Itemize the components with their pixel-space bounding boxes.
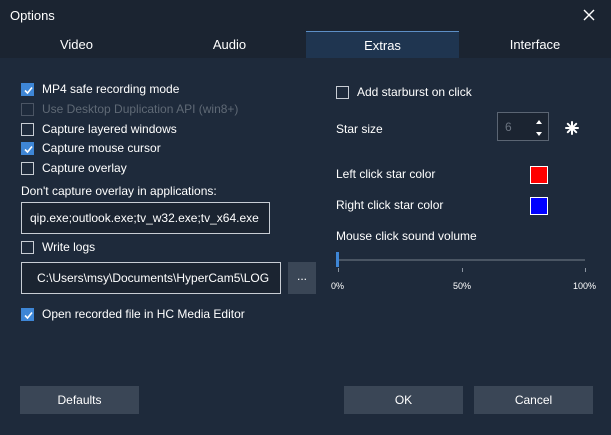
defaults-button[interactable]: Defaults: [20, 386, 139, 414]
title-bar: Options: [0, 0, 611, 31]
write-logs-label: Write logs: [42, 240, 96, 254]
volume-label: Mouse click sound volume: [336, 229, 477, 243]
capture-overlay-label: Capture overlay: [42, 161, 127, 175]
right-click-color-label: Right click star color: [336, 198, 444, 212]
capture-cursor-label: Capture mouse cursor: [42, 141, 161, 155]
cancel-button[interactable]: Cancel: [474, 386, 593, 414]
open-editor-checkbox[interactable]: Open recorded file in HC Media Editor: [21, 306, 245, 322]
tick-label-0: 0%: [331, 281, 345, 291]
tick-label-50: 50%: [453, 281, 472, 291]
desktop-duplication-checkbox: Use Desktop Duplication API (win8+): [21, 101, 238, 117]
capture-layered-checkbox[interactable]: Capture layered windows: [21, 121, 177, 137]
capture-cursor-checkbox[interactable]: Capture mouse cursor: [21, 140, 161, 156]
open-editor-label: Open recorded file in HC Media Editor: [42, 307, 245, 321]
star-size-label: Star size: [336, 122, 383, 136]
mp4-safe-checkbox[interactable]: MP4 safe recording mode: [21, 81, 179, 97]
left-click-color-swatch[interactable]: [530, 166, 548, 184]
tab-extras[interactable]: Extras: [306, 31, 459, 58]
starburst-icon: [564, 120, 580, 136]
starburst-label: Add starburst on click: [357, 85, 472, 99]
close-icon[interactable]: [581, 7, 597, 23]
write-logs-checkbox[interactable]: Write logs: [21, 239, 95, 255]
spin-up-icon[interactable]: [534, 116, 544, 126]
left-click-color-label: Left click star color: [336, 167, 436, 181]
tab-interface[interactable]: Interface: [459, 31, 611, 58]
tick-100: [585, 268, 586, 272]
log-path-input[interactable]: C:\Users\msy\Documents\HyperCam5\LOG: [21, 262, 281, 294]
tick-label-100: 100%: [573, 281, 597, 291]
window-title: Options: [10, 8, 55, 23]
tick-0: [338, 268, 339, 272]
volume-slider-thumb[interactable]: [336, 252, 339, 267]
capture-layered-label: Capture layered windows: [42, 122, 177, 136]
overlay-apps-input[interactable]: qip.exe;outlook.exe;tv_w32.exe;tv_x64.ex…: [21, 202, 270, 234]
right-click-color-swatch[interactable]: [530, 197, 548, 215]
check-icon: [21, 141, 34, 155]
browse-button[interactable]: ...: [288, 262, 316, 294]
volume-slider-track[interactable]: [337, 259, 585, 261]
tab-bar: Video Audio Extras Interface: [0, 31, 611, 58]
star-size-value: 6: [505, 120, 512, 134]
check-icon: [21, 307, 34, 321]
desktop-duplication-label: Use Desktop Duplication API (win8+): [42, 102, 239, 116]
starburst-checkbox[interactable]: Add starburst on click: [336, 84, 472, 100]
capture-overlay-checkbox[interactable]: Capture overlay: [21, 160, 127, 176]
star-size-spinbox[interactable]: 6: [497, 112, 549, 141]
tab-video[interactable]: Video: [0, 31, 153, 58]
tick-50: [462, 268, 463, 272]
check-icon: [21, 82, 34, 96]
mp4-safe-label: MP4 safe recording mode: [42, 82, 180, 96]
spin-down-icon[interactable]: [534, 128, 544, 138]
tab-audio[interactable]: Audio: [153, 31, 306, 58]
ok-button[interactable]: OK: [344, 386, 463, 414]
overlay-apps-label: Don't capture overlay in applications:: [21, 184, 217, 198]
